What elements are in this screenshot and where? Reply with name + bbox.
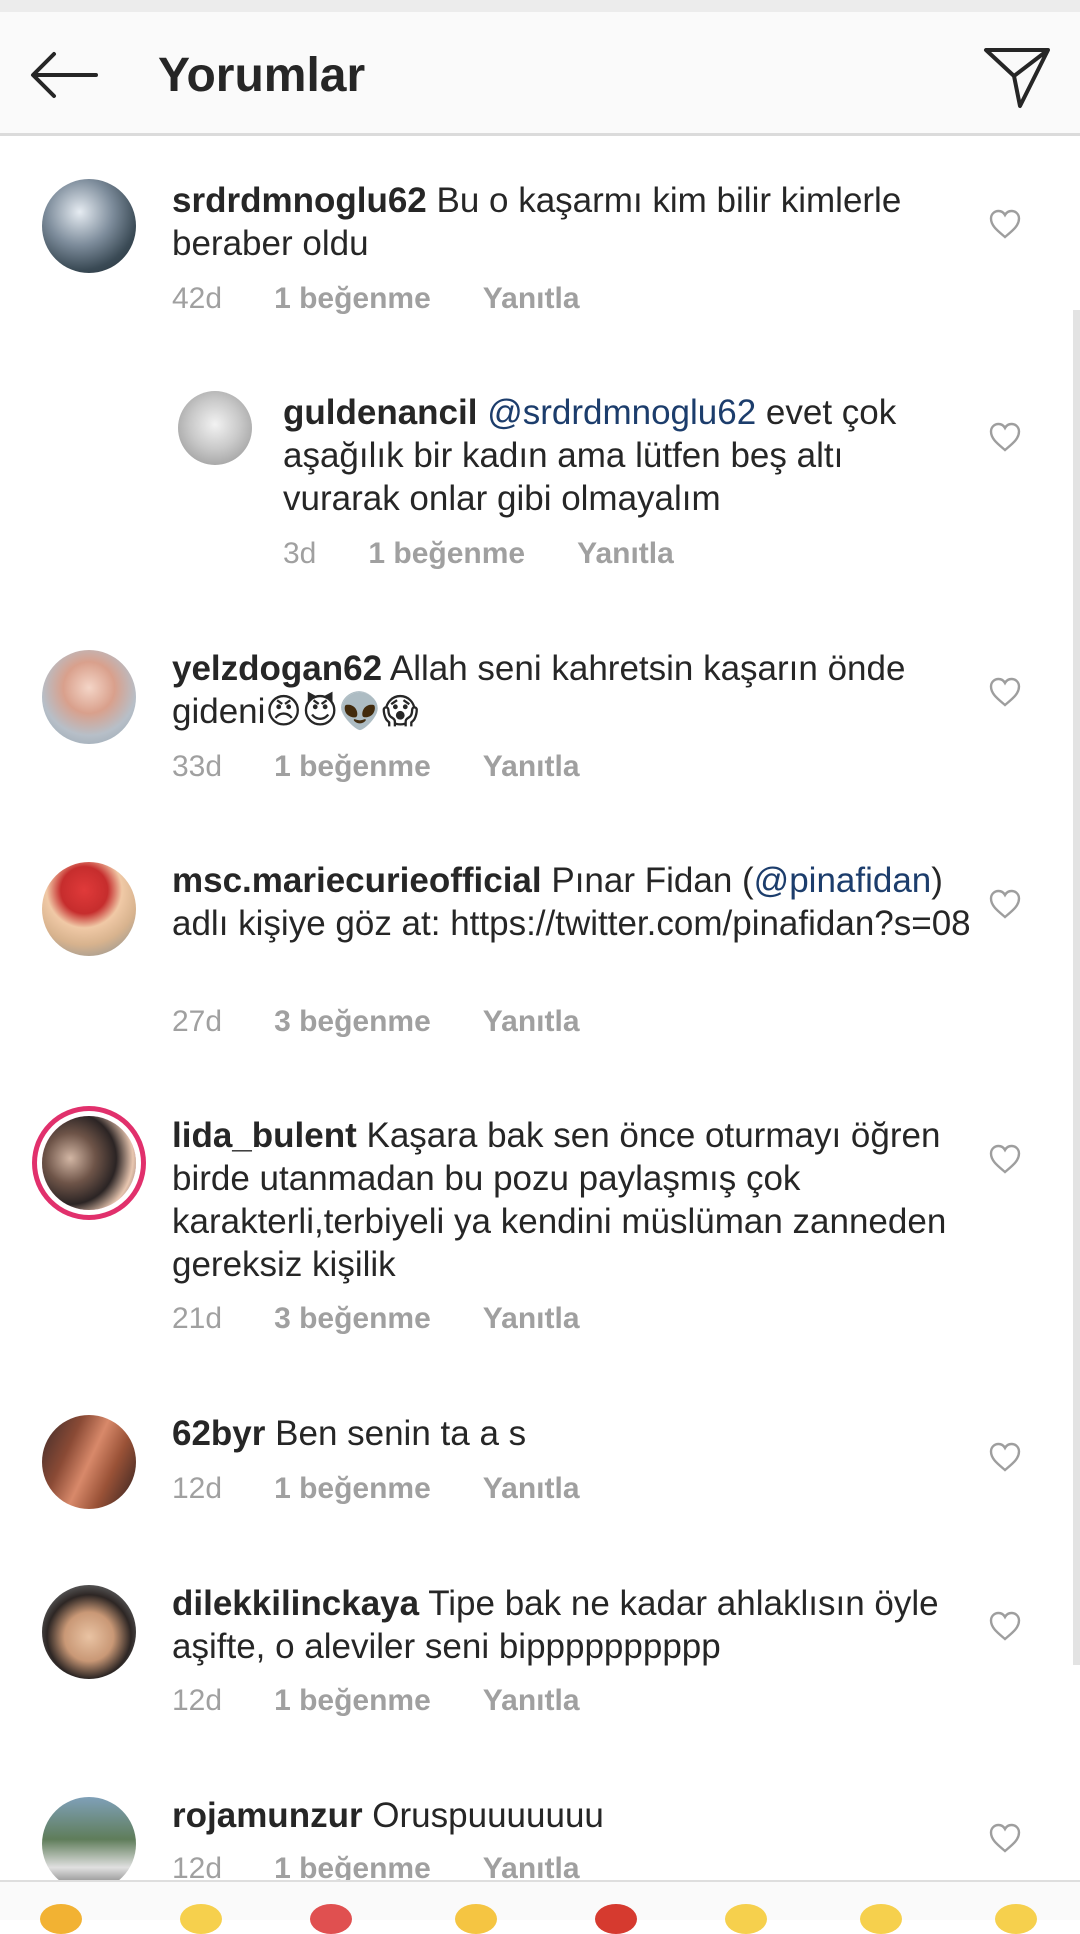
emoji-icon[interactable] [860, 1904, 902, 1934]
heart-icon[interactable] [988, 1822, 1022, 1854]
mention-link[interactable]: @pinafidan [754, 861, 932, 900]
comment-username[interactable]: yelzdogan62 [172, 649, 382, 688]
emoji-icon[interactable] [595, 1904, 637, 1934]
comment-likes[interactable]: 1 beğenme [368, 537, 525, 570]
app-header: Yorumlar [0, 12, 1080, 136]
comment-meta: 12d 1 beğenme Yanıtla [172, 1852, 632, 1880]
comment-meta: 27d 3 beğenme Yanıtla [172, 1005, 632, 1039]
reply-button[interactable]: Yanıtla [483, 750, 580, 783]
comment-username[interactable]: srdrdmnoglu62 [172, 181, 427, 220]
comment-likes[interactable]: 1 beğenme [274, 1472, 431, 1505]
heart-icon[interactable] [988, 421, 1022, 453]
reply-button[interactable]: Yanıtla [483, 1472, 580, 1505]
paper-plane-icon[interactable] [982, 42, 1052, 112]
comment-body: Ben senin ta a s [265, 1414, 527, 1453]
comment-likes[interactable]: 1 beğenme [274, 1684, 431, 1717]
avatar[interactable] [42, 1415, 136, 1509]
heart-icon[interactable] [988, 1441, 1022, 1473]
emoji-icon[interactable] [310, 1904, 352, 1934]
comment-meta: 33d 1 beğenme Yanıtla [172, 750, 632, 784]
mention-link[interactable]: @srdrdmnoglu62 [487, 393, 756, 432]
comment-text: yelzdogan62 Allah seni kahretsin kaşarın… [172, 647, 972, 733]
comment-username[interactable]: lida_bulent [172, 1116, 357, 1155]
comment-meta: 12d 1 beğenme Yanıtla [172, 1472, 632, 1506]
avatar[interactable] [42, 1116, 136, 1210]
comment-text: rojamunzur Oruspuuuuuuu [172, 1794, 972, 1837]
comment-likes[interactable]: 1 beğenme [274, 282, 431, 315]
comment-body: Oruspuuuuuuu [362, 1796, 604, 1835]
comment-meta: 3d 1 beğenme Yanıtla [283, 537, 726, 571]
comment-text: lida_bulent Kaşara bak sen önce oturmayı… [172, 1114, 972, 1286]
comment-username[interactable]: dilekkilinckaya [172, 1584, 419, 1623]
heart-icon[interactable] [988, 1610, 1022, 1642]
avatar[interactable] [42, 1585, 136, 1679]
comment-age: 21d [172, 1302, 223, 1335]
emoji-icon[interactable] [40, 1904, 82, 1934]
comment-username[interactable]: msc.mariecurieofficial [172, 861, 542, 900]
reply-button[interactable]: Yanıtla [483, 1302, 580, 1335]
avatar[interactable] [42, 862, 136, 956]
comment-text: guldenancil @srdrdmnoglu62 evet çok aşağ… [283, 391, 963, 520]
status-bar-strip [0, 0, 1080, 12]
emoji-quick-bar [0, 1880, 1080, 1934]
heart-icon[interactable] [988, 1143, 1022, 1175]
reply-button[interactable]: Yanıtla [483, 1005, 580, 1038]
arrow-left-icon[interactable] [28, 50, 100, 100]
comment-age: 42d [172, 282, 223, 315]
comment-username[interactable]: 62byr [172, 1414, 265, 1453]
comment-meta: 12d 1 beğenme Yanıtla [172, 1684, 632, 1718]
comment-age: 12d [172, 1472, 223, 1505]
page-title: Yorumlar [158, 49, 366, 102]
comment-username[interactable]: rojamunzur [172, 1796, 363, 1835]
comment-likes[interactable]: 3 beğenme [274, 1005, 431, 1038]
reply-button[interactable]: Yanıtla [483, 1684, 580, 1717]
reply-button[interactable]: Yanıtla [483, 282, 580, 315]
comment-likes[interactable]: 1 beğenme [274, 1852, 431, 1880]
comment-username[interactable]: guldenancil [283, 393, 477, 432]
avatar[interactable] [42, 1797, 136, 1880]
emoji-icon[interactable] [725, 1904, 767, 1934]
comment-body-prefix: Pınar Fidan ( [541, 861, 754, 900]
comment-age: 33d [172, 750, 223, 783]
comment-text: srdrdmnoglu62 Bu o kaşarmı kim bilir kim… [172, 179, 972, 265]
heart-icon[interactable] [988, 888, 1022, 920]
comment-age: 12d [172, 1852, 223, 1880]
comment-text: dilekkilinckaya Tipe bak ne kadar ahlakl… [172, 1582, 972, 1668]
comment-age: 3d [283, 537, 317, 570]
comment-age: 12d [172, 1684, 223, 1717]
comment-likes[interactable]: 1 beğenme [274, 750, 431, 783]
reply-button[interactable]: Yanıtla [577, 537, 674, 570]
comment-likes[interactable]: 3 beğenme [274, 1302, 431, 1335]
avatar[interactable] [42, 179, 136, 273]
comment-meta: 21d 3 beğenme Yanıtla [172, 1302, 632, 1336]
reply-button[interactable]: Yanıtla [483, 1852, 580, 1880]
avatar[interactable] [42, 650, 136, 744]
avatar[interactable] [178, 391, 252, 465]
comment-list[interactable]: srdrdmnoglu62 Bu o kaşarmı kim bilir kim… [0, 139, 1080, 1880]
emoji-icon[interactable] [180, 1904, 222, 1934]
comment-text: msc.mariecurieofficial Pınar Fidan (@pin… [172, 859, 972, 945]
emoji-icon[interactable] [995, 1904, 1037, 1934]
heart-icon[interactable] [988, 676, 1022, 708]
emoji-icon[interactable] [455, 1904, 497, 1934]
comment-meta: 42d 1 beğenme Yanıtla [172, 282, 632, 316]
scrollbar[interactable] [1073, 310, 1080, 1665]
comment-age: 27d [172, 1005, 223, 1038]
comment-text: 62byr Ben senin ta a s [172, 1412, 972, 1455]
heart-icon[interactable] [988, 208, 1022, 240]
